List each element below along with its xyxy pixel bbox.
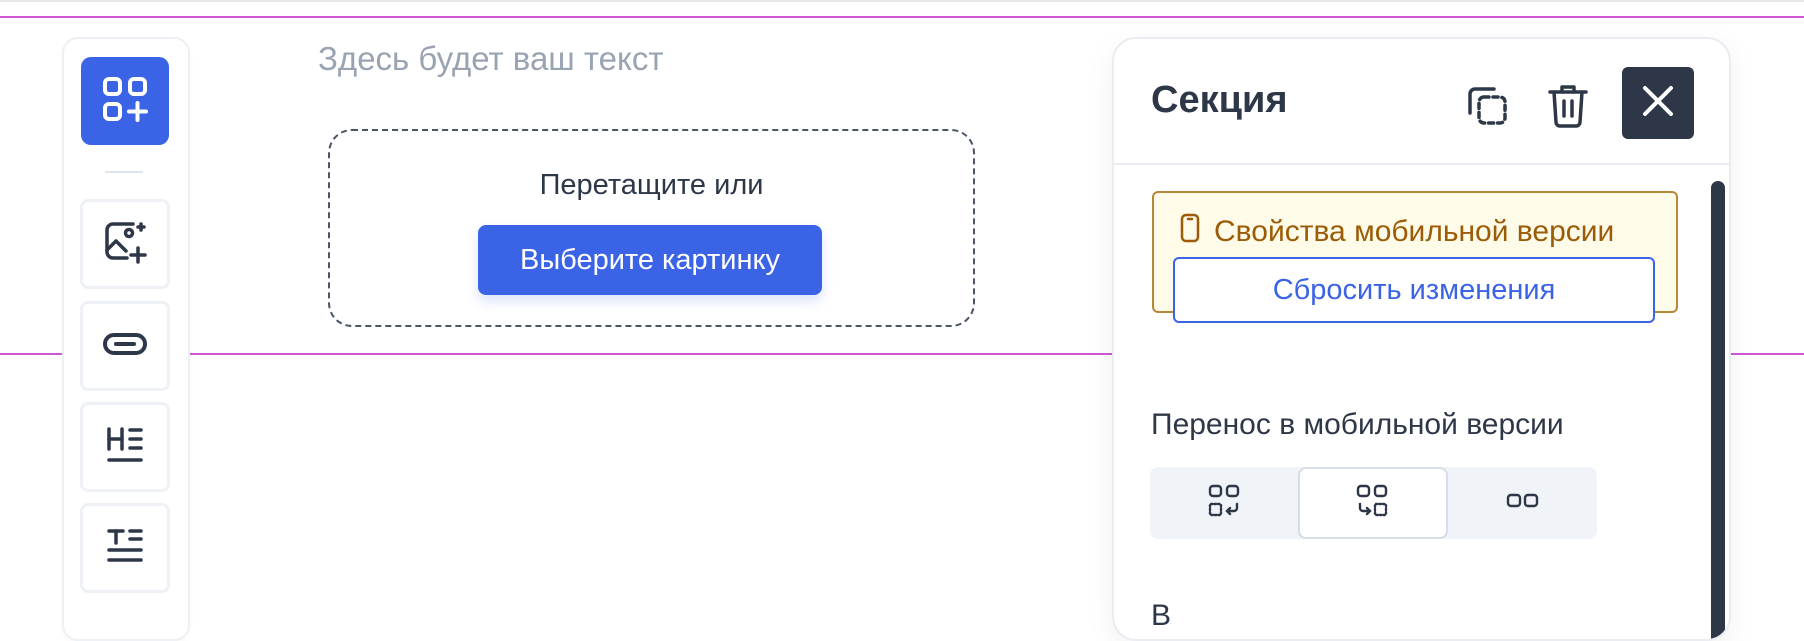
add-heading-button[interactable] [80, 402, 170, 492]
add-image-button[interactable] [80, 199, 170, 289]
element-toolbar [62, 37, 190, 641]
wrap-option-down[interactable] [1150, 467, 1300, 539]
close-panel-button[interactable] [1622, 67, 1694, 139]
panel-scrollbar[interactable] [1711, 181, 1725, 639]
trash-icon [1547, 82, 1589, 133]
add-text-button[interactable] [80, 503, 170, 593]
text-icon [105, 526, 145, 571]
choose-image-button[interactable]: Выберите картинку [478, 225, 822, 295]
add-button-element[interactable] [80, 301, 170, 391]
next-setting-label: В [1151, 599, 1172, 632]
wrap-down-icon [1208, 484, 1242, 523]
mobile-properties-notice: Свойства мобильной версии Сбросить измен… [1152, 191, 1678, 323]
section-settings-panel: Секция Свойства мобильной версии Сбросит… [1112, 37, 1731, 641]
text-placeholder[interactable]: Здесь будет ваш текст [318, 40, 663, 78]
mobile-wrap-label: Перенос в мобильной версии [1151, 408, 1564, 441]
heading-icon [105, 425, 145, 470]
wrap-option-none[interactable] [1448, 467, 1598, 539]
button-pill-icon [102, 331, 148, 362]
image-dropzone[interactable]: Перетащите или Выберите картинку [328, 129, 975, 327]
wrap-up-icon [1356, 484, 1390, 523]
grid-add-icon [102, 76, 148, 127]
section-guide-top [0, 16, 1804, 18]
top-border [0, 0, 1804, 2]
dropzone-hint: Перетащите или [539, 169, 764, 201]
close-icon [1641, 84, 1675, 123]
reset-changes-button[interactable]: Сбросить изменения [1173, 257, 1655, 323]
duplicate-button[interactable] [1460, 79, 1516, 135]
mobile-properties-title: Свойства мобильной версии [1214, 215, 1615, 248]
mobile-phone-icon [1180, 213, 1200, 251]
wrap-mode-segmented-control [1150, 467, 1597, 539]
wrap-option-up[interactable] [1298, 467, 1448, 539]
copy-icon [1466, 83, 1510, 132]
no-wrap-icon [1506, 493, 1540, 514]
toolbar-divider [105, 171, 143, 173]
image-add-icon [103, 220, 147, 269]
panel-header: Секция [1114, 39, 1729, 165]
add-block-button[interactable] [81, 57, 169, 145]
delete-button[interactable] [1540, 79, 1596, 135]
panel-title: Секция [1151, 79, 1288, 121]
